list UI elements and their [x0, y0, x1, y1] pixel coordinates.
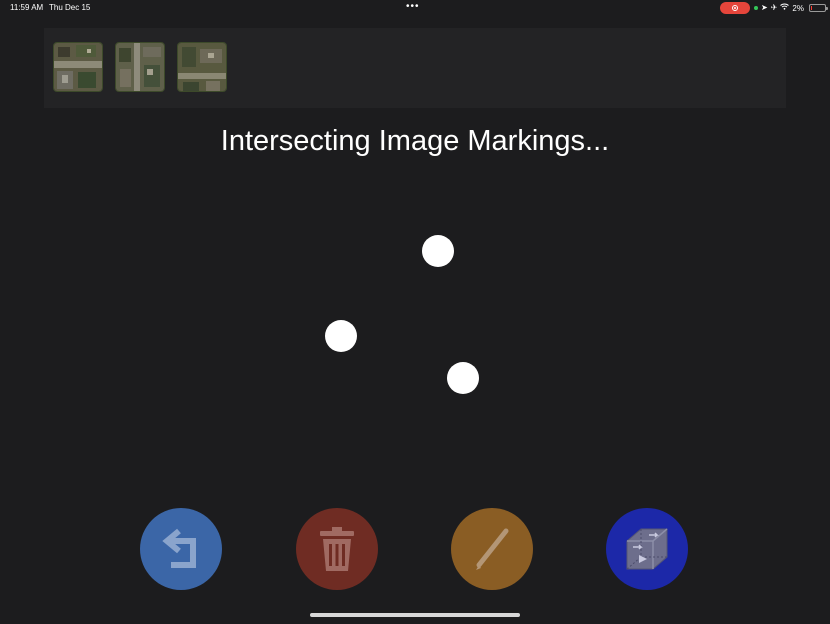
thumbnail-aerial-image-3[interactable]: [177, 42, 227, 92]
draw-button[interactable]: [451, 508, 533, 590]
image-marking-point[interactable]: [447, 362, 479, 394]
undo-arrow-icon: [162, 528, 196, 568]
location-icon: ➤: [761, 3, 768, 12]
cube-icon: [626, 528, 668, 570]
3d-model-button[interactable]: [606, 508, 688, 590]
camera-indicator-icon: [754, 6, 758, 10]
image-thumbnail-strip: [44, 28, 786, 108]
status-date: Thu Dec 15: [49, 3, 91, 12]
battery-icon: [808, 4, 828, 12]
wifi-icon: [780, 2, 790, 14]
thumbnail-aerial-image-1[interactable]: [53, 42, 103, 92]
thumbnail-aerial-image-2[interactable]: [115, 42, 165, 92]
image-marking-point[interactable]: [422, 235, 454, 267]
screen-record-icon[interactable]: [720, 2, 750, 14]
battery-percent: 2%: [792, 3, 804, 13]
multitasking-dots-icon[interactable]: •••: [406, 1, 420, 12]
trash-icon: [320, 527, 354, 571]
undo-button[interactable]: [140, 508, 222, 590]
status-bar: 11:59 AM Thu Dec 15 ••• ➤ ✈ 2%: [0, 0, 830, 16]
home-indicator[interactable]: [310, 613, 520, 617]
airplane-icon: ✈: [770, 3, 778, 12]
status-time: 11:59 AM: [10, 3, 44, 12]
pencil-icon: [476, 528, 509, 570]
page-title: Intersecting Image Markings...: [220, 125, 610, 157]
image-marking-point[interactable]: [325, 320, 357, 352]
status-icons: ➤ ✈ 2%: [754, 2, 828, 14]
delete-button[interactable]: [296, 508, 378, 590]
